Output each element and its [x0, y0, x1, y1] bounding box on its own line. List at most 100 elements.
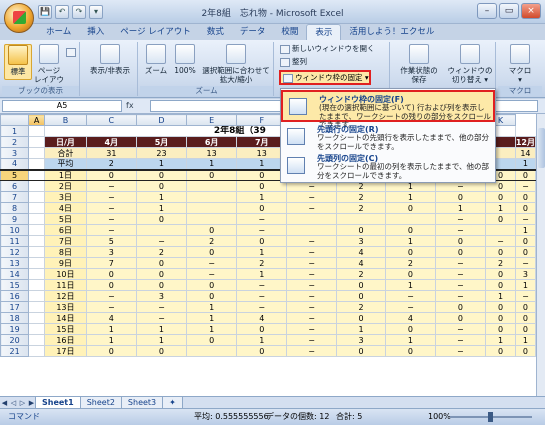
table-cell[interactable]: [335, 213, 387, 225]
row-header[interactable]: 13: [0, 257, 30, 269]
table-cell[interactable]: −: [286, 301, 337, 313]
table-cell[interactable]: 9日: [44, 257, 87, 269]
table-cell[interactable]: 0: [135, 345, 188, 357]
table-cell[interactable]: 14: [514, 147, 536, 159]
column-header-D[interactable]: D: [135, 114, 188, 126]
table-cell[interactable]: 0: [514, 246, 536, 258]
cell[interactable]: [28, 125, 46, 137]
cell[interactable]: [28, 191, 46, 203]
normal-view-button[interactable]: 標準: [4, 44, 32, 80]
zoom-slider[interactable]: [450, 412, 532, 422]
view-more-button[interactable]: [66, 46, 78, 58]
table-cell[interactable]: 1: [236, 246, 288, 258]
table-cell[interactable]: [286, 213, 337, 225]
table-cell[interactable]: 16日: [44, 334, 87, 346]
table-cell[interactable]: 0: [135, 180, 188, 192]
table-cell[interactable]: 4: [85, 312, 137, 324]
tab-formulas[interactable]: 数式: [199, 24, 232, 40]
table-cell[interactable]: 1: [135, 323, 188, 335]
cell[interactable]: [28, 334, 46, 346]
table-cell[interactable]: −: [434, 334, 487, 346]
table-cell[interactable]: −: [514, 213, 536, 225]
table-cell[interactable]: −: [186, 257, 238, 269]
table-cell[interactable]: 1: [385, 334, 436, 346]
table-cell[interactable]: 0: [514, 202, 536, 214]
table-cell[interactable]: −: [85, 213, 137, 225]
cell[interactable]: [28, 202, 46, 214]
cell[interactable]: [28, 268, 46, 280]
table-cell[interactable]: −: [434, 290, 487, 302]
table-cell[interactable]: −: [135, 301, 188, 313]
next-sheet-icon[interactable]: ▷: [18, 398, 27, 408]
tab-home[interactable]: ホーム: [38, 24, 79, 40]
table-cell[interactable]: −: [85, 290, 137, 302]
table-cell[interactable]: −: [434, 323, 487, 335]
table-cell[interactable]: 2: [236, 257, 288, 269]
table-cell[interactable]: 2: [135, 246, 188, 258]
table-cell[interactable]: 1: [385, 191, 436, 203]
table-cell[interactable]: 0: [385, 268, 436, 280]
new-sheet-tab[interactable]: ✦: [162, 396, 183, 409]
table-cell[interactable]: 1: [514, 279, 536, 291]
table-cell[interactable]: 2: [335, 191, 387, 203]
table-cell[interactable]: 0: [485, 345, 516, 357]
table-cell[interactable]: 0: [135, 213, 188, 225]
table-cell[interactable]: 0: [434, 191, 487, 203]
save-workspace-button[interactable]: 作業状態の 保存: [394, 44, 444, 84]
table-cell[interactable]: 1日: [44, 168, 87, 181]
cell[interactable]: [28, 257, 46, 269]
cell[interactable]: [28, 158, 46, 170]
table-cell[interactable]: −: [236, 224, 288, 236]
cell[interactable]: [28, 279, 46, 291]
table-cell[interactable]: −: [286, 312, 337, 324]
switch-window-button[interactable]: ウィンドウの 切り替え ▾: [446, 44, 494, 84]
table-cell[interactable]: −: [286, 323, 337, 335]
table-cell[interactable]: 0: [514, 168, 536, 181]
cell[interactable]: [28, 301, 46, 313]
table-cell[interactable]: −: [286, 257, 337, 269]
row-header[interactable]: 12: [0, 246, 30, 258]
table-cell[interactable]: 0: [514, 323, 536, 335]
table-cell[interactable]: 2: [186, 235, 238, 247]
sheet-tab-1[interactable]: Sheet1: [35, 396, 81, 409]
table-cell[interactable]: 3: [335, 334, 387, 346]
table-cell[interactable]: 0: [135, 168, 188, 181]
cell[interactable]: [28, 345, 46, 357]
table-cell[interactable]: −: [85, 224, 137, 236]
show-hide-button[interactable]: 表示/非表示: [84, 44, 136, 80]
column-header-C[interactable]: C: [85, 114, 137, 126]
table-cell[interactable]: 0: [135, 268, 188, 280]
table-cell[interactable]: −: [385, 290, 436, 302]
table-cell[interactable]: 4月: [85, 136, 137, 148]
table-cell[interactable]: 1: [186, 301, 238, 313]
row-header[interactable]: 9: [0, 213, 30, 225]
prev-sheet-icon[interactable]: ◁: [9, 398, 18, 408]
table-cell[interactable]: 8日: [44, 246, 87, 258]
table-cell[interactable]: −: [514, 180, 536, 192]
table-cell[interactable]: −: [434, 345, 487, 357]
page-layout-view-button[interactable]: ページ レイアウト: [34, 44, 64, 93]
table-cell[interactable]: 5: [85, 235, 137, 247]
table-cell[interactable]: −: [286, 290, 337, 302]
table-cell[interactable]: 0: [514, 235, 536, 247]
table-cell[interactable]: [186, 202, 238, 214]
row-header[interactable]: 21: [0, 345, 30, 357]
freeze-panes-button[interactable]: ウィンドウ枠の固定 ▾: [279, 70, 371, 85]
cell[interactable]: [28, 246, 46, 258]
table-cell[interactable]: 0: [335, 224, 387, 236]
table-cell[interactable]: −: [434, 279, 487, 291]
zoom-100-button[interactable]: 100%: [172, 44, 198, 80]
table-cell[interactable]: 0: [385, 345, 436, 357]
table-cell[interactable]: −: [85, 180, 137, 192]
table-cell[interactable]: 31: [85, 147, 137, 159]
table-cell[interactable]: 0: [485, 191, 516, 203]
table-cell[interactable]: −: [286, 191, 337, 203]
table-cell[interactable]: 3: [135, 290, 188, 302]
table-cell[interactable]: 1: [135, 334, 188, 346]
zoom-button[interactable]: ズーム: [142, 44, 170, 80]
table-cell[interactable]: 0: [485, 268, 516, 280]
table-cell[interactable]: 6日: [44, 224, 87, 236]
table-cell[interactable]: 1: [514, 334, 536, 346]
table-cell[interactable]: −: [286, 279, 337, 291]
table-cell[interactable]: 11日: [44, 279, 87, 291]
